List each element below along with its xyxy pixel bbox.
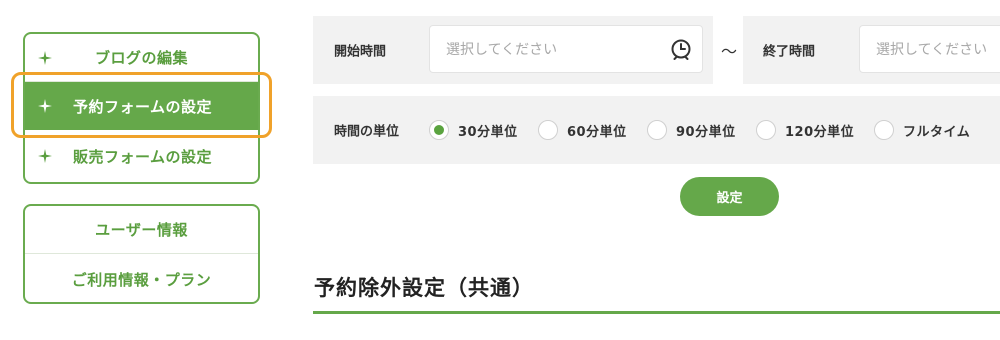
- sidebar-primary-menu: ブログの編集 予約フォームの設定 販売フォームの設定: [23, 32, 260, 184]
- radio-label: 120分単位: [785, 124, 855, 140]
- radio-120min[interactable]: 120分単位: [756, 120, 854, 140]
- end-time-label: 終了時間: [763, 44, 816, 60]
- sidebar-item-user-info[interactable]: ユーザー情報: [25, 206, 258, 254]
- radio-90min[interactable]: 90分単位: [647, 120, 736, 140]
- clock-icon[interactable]: [670, 38, 692, 60]
- sparkle-icon: [37, 148, 53, 164]
- sidebar-item-label: 予約フォームの設定: [73, 97, 213, 116]
- time-unit-label: 時間の単位: [334, 124, 400, 140]
- radio-60min[interactable]: 60分単位: [538, 120, 627, 140]
- radio-button[interactable]: [538, 120, 558, 140]
- sidebar-item-label: ご利用情報・プラン: [71, 270, 212, 289]
- start-time-label: 開始時間: [334, 44, 387, 60]
- sidebar-item-label: ユーザー情報: [95, 221, 188, 239]
- radio-30min[interactable]: 30分単位: [429, 120, 518, 140]
- start-time-placeholder: 選択してください: [446, 42, 558, 58]
- radio-button[interactable]: [429, 120, 449, 140]
- sidebar-item-label: 販売フォームの設定: [73, 147, 213, 166]
- sparkle-icon: [37, 98, 53, 114]
- radio-selected-dot: [434, 125, 444, 135]
- sparkle-icon: [37, 50, 53, 66]
- radio-label: 30分単位: [458, 124, 518, 140]
- sidebar-item-blog-edit[interactable]: ブログの編集: [25, 34, 258, 82]
- radio-fulltime[interactable]: フルタイム: [874, 120, 970, 140]
- section-divider: [313, 311, 1000, 314]
- range-separator: 〜: [721, 42, 738, 61]
- radio-label: 90分単位: [676, 124, 736, 140]
- end-time-input[interactable]: 選択してください: [859, 25, 1000, 73]
- radio-button[interactable]: [756, 120, 776, 140]
- page: ブログの編集 予約フォームの設定 販売フォームの設定 ユーザー情報 ご利用情報・…: [0, 0, 1000, 340]
- settings-submit-button[interactable]: 設定: [680, 177, 779, 216]
- start-time-input[interactable]: 選択してください: [429, 25, 703, 73]
- radio-label: フルタイム: [903, 124, 971, 140]
- radio-button[interactable]: [874, 120, 894, 140]
- time-unit-panel: 時間の単位 30分単位 60分単位 90分単位 120分単位 フルタイム: [313, 96, 1000, 164]
- time-range-panel: 開始時間 選択してください 〜 終了時間 選択してください: [313, 16, 1000, 84]
- radio-label: 60分単位: [567, 124, 627, 140]
- end-time-placeholder: 選択してください: [876, 42, 988, 58]
- section-title: 予約除外設定（共通）: [314, 276, 534, 300]
- radio-button[interactable]: [647, 120, 667, 140]
- sidebar-item-reservation-form-settings[interactable]: 予約フォームの設定: [25, 82, 258, 130]
- sidebar-item-label: ブログの編集: [94, 49, 188, 67]
- sidebar-item-usage-plan[interactable]: ご利用情報・プラン: [25, 255, 258, 303]
- sidebar-item-sales-form-settings[interactable]: 販売フォームの設定: [25, 132, 258, 180]
- sidebar-account-menu: ユーザー情報 ご利用情報・プラン: [23, 204, 260, 304]
